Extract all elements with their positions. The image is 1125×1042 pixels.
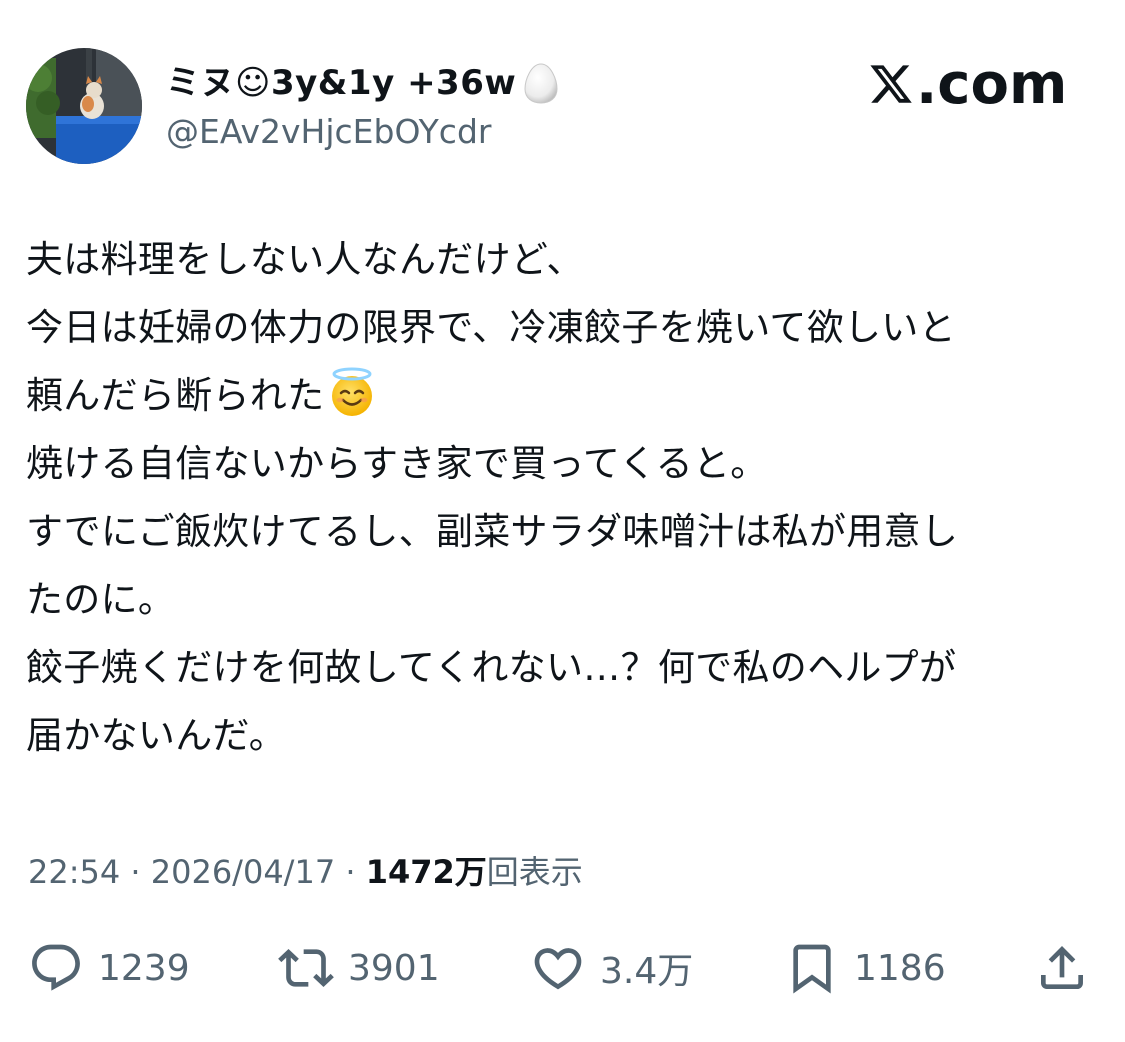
smiling-face-with-halo-icon bbox=[326, 366, 378, 418]
action-bar: 1239 3901 3.4万 1186 bbox=[28, 940, 1098, 996]
post-line: 夫は料理をしない人なんだけど、 bbox=[26, 238, 584, 281]
reply-count: 1239 bbox=[98, 947, 190, 989]
heart-icon bbox=[534, 948, 582, 990]
post-meta: 22:54 · 2026/04/17 · 1472万回表示 bbox=[28, 850, 583, 894]
display-name[interactable]: ミヌ☺3y&1y +36w bbox=[166, 60, 558, 106]
share-upload-icon bbox=[1041, 946, 1083, 989]
repost-arrows-icon bbox=[278, 949, 334, 987]
bookmark-icon bbox=[793, 944, 831, 994]
avatar[interactable] bbox=[26, 48, 142, 164]
post-date[interactable]: 2026/04/17 bbox=[151, 853, 335, 891]
brand-suffix: .com bbox=[916, 51, 1068, 117]
reply-button[interactable]: 1239 bbox=[28, 940, 190, 996]
post-line: 頼んだら断られた bbox=[26, 374, 325, 417]
meta-separator: · bbox=[335, 853, 366, 891]
post-line-with-emoji: 頼んだら断られた bbox=[26, 362, 1096, 430]
repost-button[interactable]: 3901 bbox=[278, 940, 440, 996]
bookmark-button[interactable]: 1186 bbox=[784, 940, 946, 996]
views-label: 回表示 bbox=[486, 853, 583, 891]
display-name-text: ミヌ☺3y&1y +36w bbox=[166, 63, 517, 103]
views-count: 1472万 bbox=[365, 853, 487, 891]
post-line: すでにご飯炊けてるし、副菜サラダ味噌汁は私が用意し bbox=[26, 510, 959, 553]
bookmark-count: 1186 bbox=[854, 947, 946, 989]
share-button[interactable] bbox=[1034, 940, 1090, 996]
post-body: 夫は料理をしない人なんだけど、 今日は妊婦の体力の限界で、冷凍餃子を焼いて欲しい… bbox=[26, 226, 1096, 770]
post-time[interactable]: 22:54 bbox=[28, 853, 120, 891]
post-line: 餃子焼くだけを何故してくれない…？何で私のヘルプが bbox=[26, 646, 957, 689]
post-line: 届かないんだ。 bbox=[26, 714, 286, 757]
post-line: 今日は妊婦の体力の限界で、冷凍餃子を焼いて欲しいと bbox=[26, 306, 956, 349]
post-line: 焼ける自信ないからすき家で買ってくると。 bbox=[26, 442, 768, 485]
egg-icon bbox=[524, 62, 558, 104]
speech-bubble-icon bbox=[32, 944, 80, 991]
meta-separator: · bbox=[120, 853, 151, 891]
post-line: たのに。 bbox=[26, 578, 176, 621]
like-button[interactable]: 3.4万 bbox=[530, 940, 693, 996]
like-count: 3.4万 bbox=[600, 951, 694, 992]
brand-logo: .com bbox=[868, 51, 1068, 117]
user-handle[interactable]: @EAv2vHjcEbOYcdr bbox=[166, 110, 491, 154]
repost-count: 3901 bbox=[348, 947, 440, 989]
x-logo-icon bbox=[870, 65, 912, 103]
